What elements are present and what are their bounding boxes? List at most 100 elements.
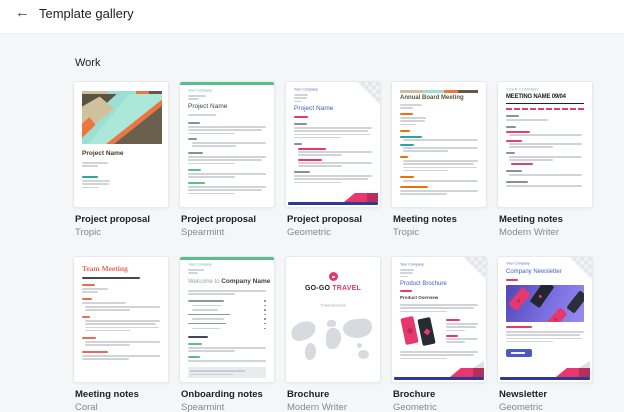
thumb-company: Your Company bbox=[188, 89, 212, 93]
text-line bbox=[506, 119, 548, 121]
text-line bbox=[400, 190, 478, 192]
work-row-2: Team Meeting Meeting notes Coral bbox=[73, 256, 593, 412]
text-line bbox=[509, 146, 553, 148]
text-line bbox=[192, 142, 266, 144]
text-line bbox=[188, 193, 235, 195]
text-line-group bbox=[188, 95, 206, 102]
template-title: Brochure bbox=[393, 389, 487, 401]
text-line bbox=[403, 163, 474, 165]
template-card-onboarding-notes-spearmint[interactable]: Your Company Welcome to Company Name bbox=[179, 256, 275, 412]
callout-box bbox=[188, 367, 266, 378]
text-line-group bbox=[188, 290, 266, 297]
table-of-contents bbox=[188, 300, 266, 332]
thumb-doc-title: Team Meeting bbox=[82, 265, 128, 273]
text-line-group bbox=[446, 338, 478, 345]
green-top-bar bbox=[180, 82, 274, 85]
text-line bbox=[188, 133, 235, 135]
template-card-meeting-notes-modern-writer[interactable]: YOUR COMPANY MEETING NAME 09/04 bbox=[497, 81, 593, 239]
template-thumbnail: Your Company Product Brochure Product Ov… bbox=[391, 256, 487, 383]
text-line bbox=[82, 183, 109, 185]
text-line bbox=[85, 320, 160, 322]
text-line bbox=[400, 351, 478, 353]
text-line bbox=[400, 104, 422, 106]
template-style: Geometric bbox=[287, 227, 381, 239]
template-title: Onboarding notes bbox=[181, 389, 275, 401]
text-line bbox=[192, 145, 236, 147]
pink-phone bbox=[400, 316, 418, 345]
template-card-newsletter-geometric[interactable]: Your Company Company Newsletter bbox=[497, 256, 593, 412]
text-line bbox=[188, 98, 199, 100]
text-line-group bbox=[188, 186, 266, 196]
template-card-brochure-modern-writer[interactable]: GO-GO TRAVEL Travel Brochure Brochure bbox=[285, 256, 381, 412]
text-line-group bbox=[85, 341, 160, 348]
template-thumbnail: Your Company Company Newsletter bbox=[497, 256, 593, 383]
text-line-group bbox=[403, 160, 478, 173]
navy-footer-bar bbox=[288, 202, 378, 205]
text-line bbox=[82, 187, 99, 189]
back-arrow-icon[interactable]: ← bbox=[15, 4, 30, 22]
text-line-group bbox=[294, 127, 372, 140]
text-line bbox=[400, 307, 474, 309]
page-title: Template gallery bbox=[39, 6, 134, 22]
text-line bbox=[509, 159, 553, 161]
text-line bbox=[82, 302, 126, 304]
text-line-group bbox=[82, 288, 108, 295]
text-line bbox=[85, 309, 130, 311]
text-line-group bbox=[400, 104, 422, 111]
text-line bbox=[82, 162, 108, 164]
text-line bbox=[188, 269, 204, 271]
text-line-group bbox=[85, 306, 160, 313]
text-line-group bbox=[188, 173, 266, 180]
dark-phone bbox=[417, 317, 435, 346]
navy-footer-bar bbox=[394, 377, 484, 380]
text-line bbox=[85, 344, 130, 346]
text-line bbox=[188, 156, 266, 158]
thumb-company: Your Company bbox=[294, 88, 318, 92]
text-line-group bbox=[85, 320, 160, 333]
thumb-doc-title: Project Name bbox=[294, 106, 333, 113]
text-line bbox=[400, 304, 478, 306]
text-line-group bbox=[400, 269, 414, 279]
text-line bbox=[506, 338, 582, 340]
text-line bbox=[82, 358, 129, 360]
text-line-group bbox=[188, 269, 204, 276]
template-card-project-proposal-geometric[interactable]: Your Company Project Name Project bbox=[285, 81, 381, 239]
template-style: Modern Writer bbox=[287, 402, 381, 412]
text-line-group bbox=[446, 323, 478, 333]
green-top-bar bbox=[180, 257, 274, 260]
template-card-project-proposal-tropic[interactable]: Project Name Project proposal Tropic bbox=[73, 81, 169, 239]
template-card-brochure-geometric[interactable]: Your Company Product Brochure Product Ov… bbox=[391, 256, 487, 412]
text-line bbox=[298, 151, 372, 153]
text-line bbox=[506, 334, 580, 336]
thumb-doc-title: Project Name bbox=[188, 104, 227, 111]
text-line-group bbox=[188, 114, 216, 117]
text-line bbox=[446, 338, 478, 340]
template-title: Project proposal bbox=[181, 214, 275, 226]
text-line bbox=[506, 331, 584, 333]
text-line-group bbox=[509, 156, 582, 163]
template-card-project-proposal-spearmint[interactable]: Your Company Project Name Project propos… bbox=[179, 81, 275, 239]
text-line-group bbox=[506, 185, 582, 188]
text-line bbox=[400, 124, 416, 126]
text-line bbox=[188, 186, 266, 188]
thumb-brand-accent: TRAVEL bbox=[332, 285, 361, 292]
hero-image bbox=[506, 285, 584, 322]
template-card-meeting-notes-coral[interactable]: Team Meeting Meeting notes Coral bbox=[73, 256, 169, 412]
text-line bbox=[403, 180, 478, 182]
checker-corner bbox=[569, 257, 592, 280]
text-line bbox=[188, 129, 262, 131]
text-line bbox=[85, 323, 156, 325]
text-line bbox=[446, 323, 478, 325]
template-card-meeting-notes-tropic[interactable]: Annual Board Meeting Meeting notes Tropi… bbox=[391, 81, 487, 239]
template-thumbnail: Team Meeting bbox=[73, 256, 169, 383]
cta-button bbox=[506, 349, 532, 357]
text-line bbox=[446, 341, 465, 343]
text-line bbox=[85, 306, 160, 308]
text-line bbox=[294, 130, 368, 132]
text-line bbox=[400, 272, 413, 274]
checker-corner bbox=[463, 257, 486, 280]
text-line bbox=[82, 165, 98, 167]
template-style: Spearmint bbox=[181, 402, 275, 412]
template-thumbnail: Your Company Project Name bbox=[179, 81, 275, 208]
text-line bbox=[82, 355, 160, 357]
